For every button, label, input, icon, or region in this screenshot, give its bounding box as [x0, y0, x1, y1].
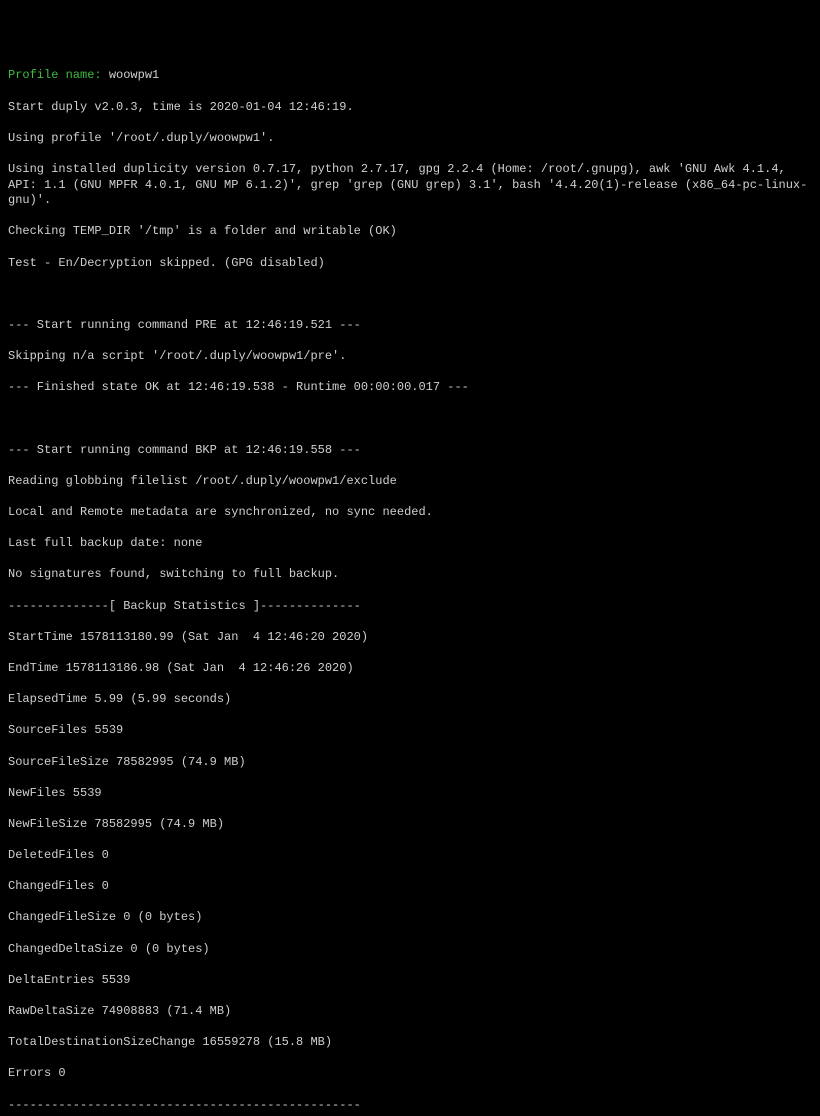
stats-new-size: NewFileSize 78582995 (74.9 MB): [8, 817, 812, 833]
stats-header: --------------[ Backup Statistics ]-----…: [8, 599, 812, 615]
stats-footer: ----------------------------------------…: [8, 1098, 812, 1114]
profile-label: Profile name:: [8, 68, 109, 82]
intro-line-5: Test - En/Decryption skipped. (GPG disab…: [8, 256, 812, 272]
stats-delta-entries: DeltaEntries 5539: [8, 973, 812, 989]
stats-elapsed: ElapsedTime 5.99 (5.99 seconds): [8, 692, 812, 708]
stats-errors: Errors 0: [8, 1066, 812, 1082]
pre-finish: --- Finished state OK at 12:46:19.538 - …: [8, 380, 812, 396]
bkp-start: --- Start running command BKP at 12:46:1…: [8, 443, 812, 459]
bkp-lastfull: Last full backup date: none: [8, 536, 812, 552]
profile-name: woowpw1: [109, 68, 159, 82]
stats-new-files: NewFiles 5539: [8, 786, 812, 802]
stats-changed: ChangedFiles 0: [8, 879, 812, 895]
pre-start: --- Start running command PRE at 12:46:1…: [8, 318, 812, 334]
stats-raw-delta: RawDeltaSize 74908883 (71.4 MB): [8, 1004, 812, 1020]
stats-total-dest: TotalDestinationSizeChange 16559278 (15.…: [8, 1035, 812, 1051]
stats-deleted: DeletedFiles 0: [8, 848, 812, 864]
stats-end-time: EndTime 1578113186.98 (Sat Jan 4 12:46:2…: [8, 661, 812, 677]
bkp-reading: Reading globbing filelist /root/.duply/w…: [8, 474, 812, 490]
bkp-nosig: No signatures found, switching to full b…: [8, 567, 812, 583]
intro-line-3: Using installed duplicity version 0.7.17…: [8, 162, 812, 209]
pre-skip: Skipping n/a script '/root/.duply/woowpw…: [8, 349, 812, 365]
bkp-sync: Local and Remote metadata are synchroniz…: [8, 505, 812, 521]
stats-source-files: SourceFiles 5539: [8, 723, 812, 739]
blank-2: [8, 411, 812, 427]
intro-line-1: Start duply v2.0.3, time is 2020-01-04 1…: [8, 100, 812, 116]
blank-1: [8, 287, 812, 303]
profile-header: Profile name: woowpw1: [8, 68, 812, 84]
stats-changed-size: ChangedFileSize 0 (0 bytes): [8, 910, 812, 926]
stats-delta-size: ChangedDeltaSize 0 (0 bytes): [8, 942, 812, 958]
intro-line-2: Using profile '/root/.duply/woowpw1'.: [8, 131, 812, 147]
intro-line-4: Checking TEMP_DIR '/tmp' is a folder and…: [8, 224, 812, 240]
stats-source-size: SourceFileSize 78582995 (74.9 MB): [8, 755, 812, 771]
stats-start-time: StartTime 1578113180.99 (Sat Jan 4 12:46…: [8, 630, 812, 646]
